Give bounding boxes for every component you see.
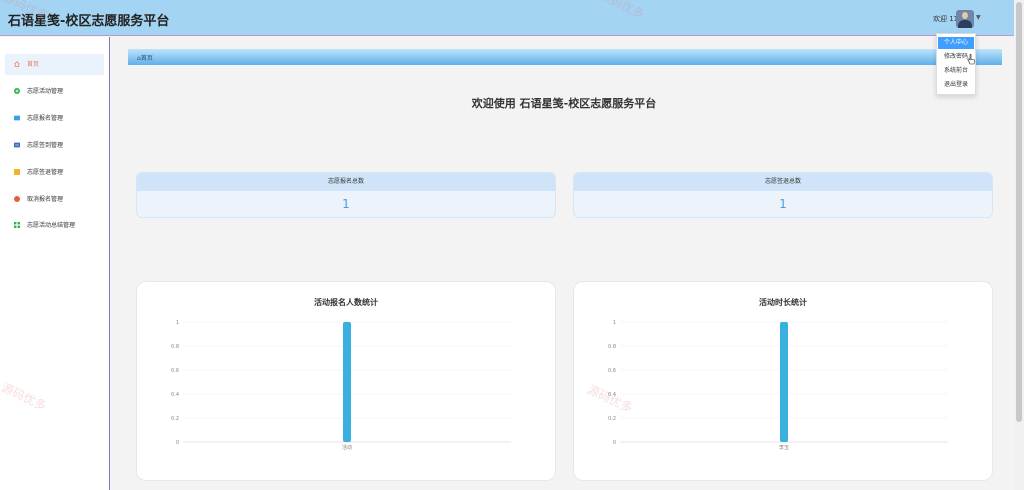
activity-icon bbox=[14, 88, 20, 94]
avatar-head bbox=[962, 12, 968, 19]
sidebar-item-label: 志愿报名管理 bbox=[27, 115, 64, 122]
avatar-body bbox=[958, 20, 972, 28]
breadcrumb-label: 首页 bbox=[140, 55, 153, 62]
x-tick-label: 李玉 bbox=[779, 444, 789, 451]
breadcrumb: ⌂首页 bbox=[128, 49, 1002, 65]
sidebar-item-cancel[interactable]: 取消报名管理 bbox=[5, 189, 104, 210]
sidebar-item-label: 志愿签退管理 bbox=[27, 169, 64, 176]
home-icon bbox=[14, 61, 20, 67]
y-tick-label: 0.2 bbox=[608, 416, 616, 422]
user-avatar[interactable] bbox=[956, 10, 974, 28]
menu-item-frontend[interactable]: 系统前台 bbox=[938, 65, 974, 77]
x-tick-label: 活动 bbox=[342, 444, 352, 451]
sidebar-item-signup[interactable]: 志愿报名管理 bbox=[5, 108, 104, 129]
hand-cursor-icon bbox=[967, 54, 975, 65]
y-tick-label: 0.6 bbox=[171, 368, 179, 374]
sidebar-item-label: 首页 bbox=[27, 61, 40, 68]
y-tick-label: 0.4 bbox=[171, 392, 179, 398]
bar-chart: 00.20.40.60.81李玉 bbox=[608, 320, 948, 451]
sidebar-item-checkout[interactable]: 志愿签退管理 bbox=[5, 162, 104, 183]
chevron-down-icon[interactable]: ▼ bbox=[976, 14, 981, 21]
page-title: 欢迎使用 石语星笺-校区志愿服务平台 bbox=[471, 97, 657, 110]
y-tick-label: 0.6 bbox=[608, 368, 616, 374]
summary-icon bbox=[14, 222, 20, 228]
scrollbar-thumb[interactable] bbox=[1016, 2, 1022, 422]
y-tick-label: 0 bbox=[176, 440, 179, 446]
checkout-icon bbox=[14, 169, 20, 175]
y-tick-label: 1 bbox=[176, 320, 179, 326]
y-tick-label: 0.8 bbox=[171, 344, 179, 350]
menu-item-profile[interactable]: 个人中心 bbox=[938, 37, 974, 49]
sidebar-item-label: 志愿签到管理 bbox=[27, 142, 64, 149]
sidebar-item-label: 志愿活动总结管理 bbox=[27, 222, 76, 229]
stat-label: 志愿签退总数 bbox=[574, 173, 992, 191]
y-tick-label: 0 bbox=[613, 440, 616, 446]
stat-card-checkouts: 志愿签退总数 1 bbox=[573, 172, 993, 218]
breadcrumb-home[interactable]: ⌂首页 bbox=[137, 53, 153, 62]
menu-item-logout[interactable]: 退出登录 bbox=[938, 79, 974, 91]
stat-value: 1 bbox=[342, 197, 350, 211]
bar[interactable] bbox=[343, 322, 351, 442]
sidebar-item-label: 志愿活动管理 bbox=[27, 88, 64, 95]
sidebar-item-summary[interactable]: 志愿活动总结管理 bbox=[5, 215, 104, 236]
signup-icon bbox=[14, 115, 20, 121]
cancel-icon bbox=[14, 196, 20, 202]
chart-card-duration: 活动时长统计 0 0.2 0.4 0.6 0.8 1 李玉 bbox=[573, 281, 993, 481]
stat-value: 1 bbox=[779, 197, 787, 211]
sidebar-item-label: 取消报名管理 bbox=[27, 196, 64, 203]
y-tick-label: 0.8 bbox=[608, 344, 616, 350]
sidebar-item-home[interactable]: 首页 bbox=[5, 54, 104, 75]
stat-label: 志愿报名总数 bbox=[137, 173, 555, 191]
chart-card-signup-count: 活动报名人数统计 0 0.2 0.4 0.6 0.8 1 活动 bbox=[136, 281, 556, 481]
welcome-text: 欢迎 11 bbox=[933, 15, 959, 23]
bar-chart: 0 0.2 0.4 0.6 0.8 1 活动 bbox=[171, 320, 511, 451]
y-tick-label: 0.2 bbox=[171, 416, 179, 422]
vertical-scrollbar[interactable] bbox=[1014, 0, 1024, 490]
stat-card-signups: 志愿报名总数 1 bbox=[136, 172, 556, 218]
y-tick-label: 1 bbox=[613, 320, 616, 326]
top-header: 石语星笺-校区志愿服务平台 欢迎 11 ▼ bbox=[0, 0, 1014, 36]
sidebar-item-checkin[interactable]: 志愿签到管理 bbox=[5, 135, 104, 156]
checkin-icon bbox=[14, 142, 20, 148]
bar[interactable] bbox=[780, 322, 788, 442]
